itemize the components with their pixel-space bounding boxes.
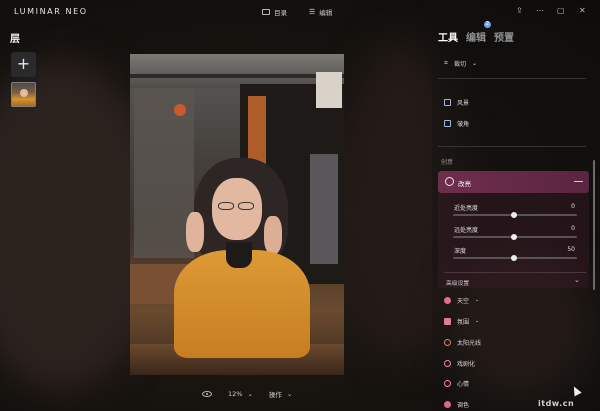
panel-divider (438, 78, 586, 79)
thumbnail-face (20, 89, 28, 97)
close-window-icon[interactable]: ✕ (579, 6, 586, 16)
eye-icon[interactable] (202, 391, 212, 397)
sliders-icon: ☰ (309, 8, 316, 16)
panel-divider (444, 272, 586, 273)
photo-left-hand (186, 212, 204, 252)
tool-sunrays-label: 太阳光线 (457, 339, 482, 347)
nav-catalog-button[interactable]: 目录 (262, 5, 287, 19)
panel-tabs: 工具 编辑 预置 (438, 29, 514, 44)
layer-thumbnail[interactable] (11, 82, 36, 107)
slider-near-label: 近处亮度 (454, 205, 479, 212)
more-icon[interactable]: ⋯ (536, 6, 544, 16)
folder-icon (262, 9, 270, 15)
tool-dramatic[interactable]: 戏剧化 (444, 358, 475, 368)
title-bar: LUMINAR NEO 目录 ☰ 编辑 ⇪ ⋯ ▢ ✕ (0, 0, 600, 24)
photo-left-wall (134, 88, 194, 258)
tool-relight-label: 改亮 (458, 180, 471, 188)
slider-far-value[interactable]: 0 (560, 225, 575, 232)
section-creative: 创意 (441, 159, 454, 166)
slider-near-handle[interactable] (511, 212, 517, 218)
chevron-down-icon: ⌄ (475, 297, 480, 303)
tool-sky[interactable]: 天空 ⌄ (444, 295, 479, 305)
app-logo: LUMINAR NEO (14, 7, 88, 16)
tool-vignette-label: 皱角 (457, 120, 470, 128)
tool-atmosphere[interactable]: 氛围 ⌄ (444, 316, 479, 326)
actions-menu[interactable]: 操作 (269, 389, 282, 399)
edit-count-badge: 2 (484, 21, 491, 28)
relight-icon (445, 177, 454, 186)
landscape-icon (444, 98, 451, 106)
tab-tools[interactable]: 工具 (438, 29, 458, 44)
photo-sign (316, 72, 342, 108)
panel-divider (438, 146, 586, 147)
tool-sunrays[interactable]: 太阳光线 (444, 337, 481, 347)
tool-toning-label: 调色 (457, 401, 470, 409)
nav-edit-button[interactable]: ☰ 编辑 (309, 5, 332, 19)
slider-near-value[interactable]: 0 (560, 203, 575, 210)
tool-mood-label: 心情 (457, 380, 470, 388)
collapse-icon[interactable] (574, 181, 583, 182)
slider-far-label: 远处亮度 (454, 227, 479, 234)
tool-toning[interactable]: 调色 (444, 399, 469, 409)
chevron-down-icon[interactable]: ⌄ (574, 276, 580, 284)
nav-catalog-label: 目录 (274, 9, 287, 17)
chevron-down-icon: ⌄ (471, 59, 477, 67)
zoom-value[interactable]: 12% (228, 390, 242, 398)
tool-relight-header[interactable]: 改亮 (438, 171, 589, 193)
tool-sky-label: 天空 (457, 297, 470, 305)
chevron-down-icon[interactable]: ⌄ (287, 390, 292, 398)
photo-right-hand (264, 216, 282, 254)
advanced-settings-toggle[interactable]: 高级设置 (446, 278, 469, 287)
photo-beam (130, 74, 344, 78)
sky-icon (444, 296, 451, 304)
bottom-toolbar: 12% ⌄ 操作 ⌄ (202, 388, 292, 400)
slider-far-handle[interactable] (511, 234, 517, 240)
atmosphere-icon (444, 317, 451, 325)
add-layer-button[interactable]: + (11, 52, 36, 77)
photo-glasses-right (238, 202, 254, 210)
sun-icon (444, 338, 451, 346)
nav-edit-label: 编辑 (319, 9, 333, 17)
dramatic-icon (444, 359, 451, 367)
app-window: LUMINAR NEO 目录 ☰ 编辑 ⇪ ⋯ ▢ ✕ 层 + 12% ⌄ 操作… (0, 0, 600, 411)
tool-landscape[interactable]: 风景 (444, 97, 469, 107)
restore-window-icon[interactable]: ▢ (557, 6, 565, 16)
chevron-down-icon: ⌄ (475, 318, 480, 324)
photo-glasses-left (218, 202, 234, 210)
slider-depth-handle[interactable] (511, 255, 517, 261)
toning-icon (444, 400, 451, 408)
slider-depth-value[interactable]: 50 (560, 246, 575, 253)
tool-atmosphere-label: 氛围 (457, 318, 470, 326)
photo-collar (226, 242, 252, 268)
mood-icon (444, 379, 451, 387)
crop-tool[interactable]: ⌗ 裁切 ⌄ (444, 58, 477, 68)
tool-vignette[interactable]: 皱角 (444, 118, 469, 128)
panel-scrollbar[interactable] (593, 160, 595, 290)
crop-label: 裁切 (453, 60, 466, 68)
tab-presets[interactable]: 预置 (494, 29, 514, 44)
crop-icon: ⌗ (444, 58, 448, 67)
photo-canvas[interactable] (130, 54, 344, 375)
tool-landscape-label: 风景 (457, 99, 470, 107)
photo-shelf (310, 154, 338, 264)
watermark: itdw.cn (538, 399, 575, 408)
photo-ceiling (130, 54, 344, 88)
tool-dramatic-label: 戏剧化 (457, 360, 476, 368)
layers-title: 层 (10, 34, 20, 45)
photo-red-light (174, 104, 186, 116)
vignette-icon (444, 119, 451, 127)
tool-mood[interactable]: 心情 (444, 378, 469, 388)
chevron-down-icon[interactable]: ⌄ (247, 390, 252, 398)
tab-edit[interactable]: 编辑 (466, 29, 486, 44)
slider-depth-label: 深度 (454, 248, 467, 255)
share-icon[interactable]: ⇪ (516, 6, 523, 16)
